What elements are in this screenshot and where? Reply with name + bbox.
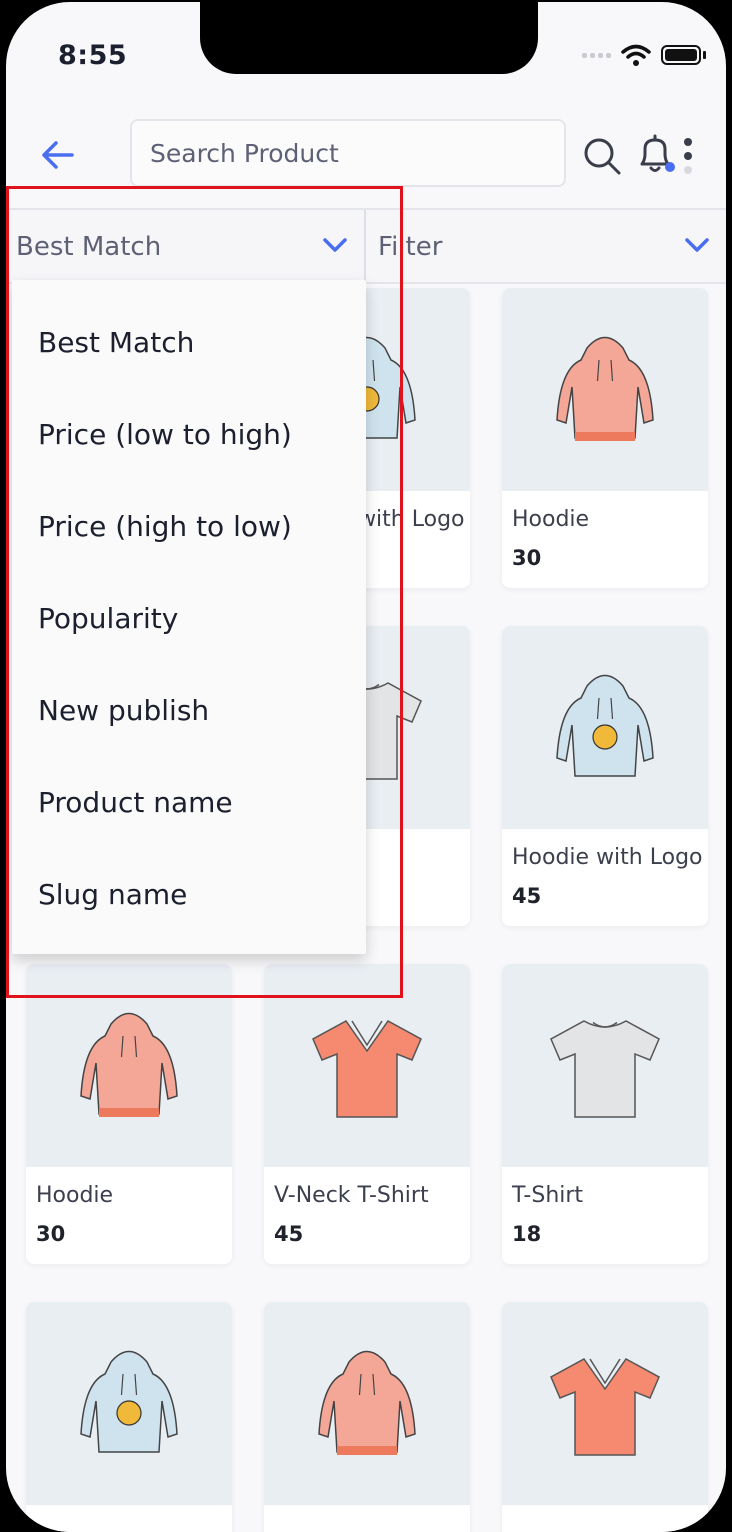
product-price: 45 (512, 884, 542, 908)
product-name: Hoodie with Logo (512, 845, 703, 870)
pink-hoodie-image (264, 1302, 470, 1505)
product-name: T-Shirt (512, 1183, 584, 1208)
signal-icon (582, 52, 611, 58)
product-card[interactable]: Hoodie with Logo 45 (502, 626, 708, 926)
sort-select-value: Best Match (16, 232, 162, 262)
status-time: 8:55 (58, 40, 128, 71)
product-name: Hoodie (36, 1183, 114, 1208)
product-price (502, 1521, 708, 1532)
product-name (264, 1505, 470, 1521)
chevron-down-icon (323, 238, 347, 252)
sort-filter-bar: Best Match Filter (6, 208, 726, 284)
product-price (264, 1521, 470, 1532)
product-name: V-Neck T-Shirt (274, 1183, 429, 1208)
pink-hoodie-image (26, 964, 232, 1167)
product-card[interactable]: T-Shirt 18 (502, 964, 708, 1264)
search-input[interactable]: Search Product (130, 119, 566, 187)
product-card[interactable] (264, 1302, 470, 1532)
sort-option-product-name[interactable]: Product name (12, 756, 366, 848)
search-icon[interactable] (582, 136, 622, 176)
battery-tip (703, 51, 706, 59)
sort-option-popularity[interactable]: Popularity (12, 572, 366, 664)
sort-option-best-match[interactable]: Best Match (12, 296, 366, 388)
notch (200, 2, 538, 74)
phone-screen: 8:55 Search Product Best Match Filter Ho… (6, 2, 726, 1532)
orange-vneck-image (502, 1302, 708, 1505)
product-price: 18 (512, 1222, 542, 1246)
sort-option-slug-name[interactable]: Slug name (12, 848, 366, 940)
product-price (26, 1521, 232, 1532)
sort-select[interactable]: Best Match (6, 210, 366, 282)
sort-dropdown-menu: Best Match Price (low to high) Price (hi… (12, 280, 366, 954)
grey-tshirt-image (502, 964, 708, 1167)
product-price: 30 (512, 546, 542, 570)
filter-select-label: Filter (378, 232, 443, 262)
wifi-icon (621, 44, 651, 66)
product-card[interactable]: V-Neck T-Shirt 45 (264, 964, 470, 1264)
more-vertical-icon[interactable] (682, 136, 694, 176)
product-price: 45 (274, 1222, 304, 1246)
sort-option-new-publish[interactable]: New publish (12, 664, 366, 756)
blue-hoodie-image (26, 1302, 232, 1505)
chevron-down-icon (685, 238, 709, 252)
product-price: 30 (36, 1222, 66, 1246)
sort-option-price-high-low[interactable]: Price (high to low) (12, 480, 366, 572)
blue-hoodie-image (502, 626, 708, 829)
product-name: Hoodie (512, 507, 590, 532)
battery-icon (661, 45, 701, 65)
product-name (26, 1505, 232, 1521)
product-card[interactable] (26, 1302, 232, 1532)
bell-icon[interactable] (634, 132, 676, 176)
orange-vneck-image (264, 964, 470, 1167)
pink-hoodie-image (502, 288, 708, 491)
sort-option-price-low-high[interactable]: Price (low to high) (12, 388, 366, 480)
product-card[interactable] (502, 1302, 708, 1532)
status-icons (582, 44, 706, 66)
product-name (502, 1505, 708, 1521)
back-arrow-icon[interactable] (36, 134, 78, 176)
product-card[interactable]: Hoodie 30 (502, 288, 708, 588)
filter-select[interactable]: Filter (368, 210, 726, 282)
product-card[interactable]: Hoodie 30 (26, 964, 232, 1264)
